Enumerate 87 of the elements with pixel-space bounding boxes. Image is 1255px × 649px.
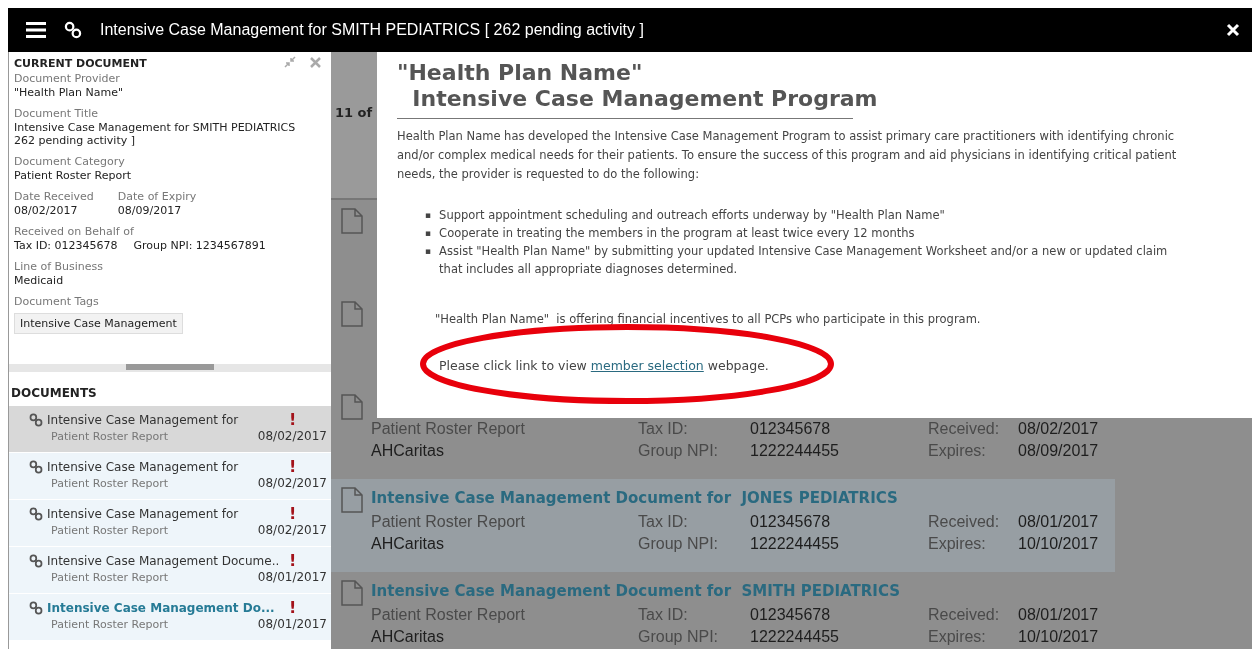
alert-mark: ! xyxy=(289,457,298,476)
field-value: Group NPI: 1234567891 xyxy=(133,239,266,252)
menu-button[interactable] xyxy=(26,22,46,38)
field-value: 012345678 xyxy=(750,420,832,438)
field-label: Received: xyxy=(928,606,1001,624)
field-value: 012345678 xyxy=(750,606,832,624)
field-label: Tax ID: xyxy=(638,513,689,531)
member-selection-link[interactable]: member selection xyxy=(590,358,704,373)
link-icon xyxy=(29,459,43,474)
field-value: Patient Roster Report xyxy=(371,513,526,531)
field-value: AHCaritas xyxy=(371,442,445,460)
modal-heading: "Health Plan Name" Intensive Case Management Program xyxy=(397,60,878,112)
document-item[interactable]: Intensive Case Management for ! Patient Roster Report 08/02/2017 xyxy=(9,406,331,453)
field-label: Expires: xyxy=(928,628,987,646)
field-label: Expires: xyxy=(928,535,987,553)
field-value: 08/09/2017 xyxy=(117,204,183,217)
field-label: Group NPI: xyxy=(638,535,720,553)
incentive-text: "Health Plan Name" is offering financial incentives to all PCPs who participate in this program. xyxy=(435,312,982,326)
link-icon xyxy=(29,553,43,568)
alert-mark: ! xyxy=(289,598,298,617)
resize-handle[interactable] xyxy=(126,364,214,370)
field-value: 1222244455 xyxy=(750,628,840,646)
document-item[interactable]: Intensive Case Management for ! Patient Roster Report 08/02/2017 xyxy=(9,500,331,547)
document-icon xyxy=(341,487,363,513)
link-icon xyxy=(29,506,43,521)
field-value: Patient Roster Report xyxy=(371,420,526,438)
field-label: Received on Behalf of xyxy=(14,225,135,239)
link-icon xyxy=(29,600,43,615)
bullet-item: Assist "Health Plan Name" by submitting your updated Intensive Case Management Worksheet and/or a new or updated claim that includes all appropriate diagnoses determined. xyxy=(439,243,1169,278)
document-icon xyxy=(341,208,363,234)
link-icon xyxy=(29,412,43,427)
bullet-item: Support appointment scheduling and outreach efforts underway by "Health Plan Name" xyxy=(439,207,945,224)
field-value: 08/02/2017 xyxy=(1018,420,1099,438)
bullet-marker: ▪ xyxy=(425,245,432,258)
link-icon xyxy=(64,21,82,39)
field-value: 10/10/2017 xyxy=(1018,628,1099,646)
field-label: Expires: xyxy=(928,442,987,460)
result-count: 11 of xyxy=(335,105,373,120)
document-icon xyxy=(341,301,363,327)
field-value: 08/09/2017 xyxy=(1018,442,1099,460)
field-label: Date of Expiry xyxy=(117,190,197,204)
field-label: Received: xyxy=(928,513,1001,531)
field-value: AHCaritas xyxy=(371,535,445,553)
document-icon xyxy=(341,394,363,420)
field-label: Document Provider xyxy=(14,72,121,86)
field-value: 08/02/2017 xyxy=(14,204,79,217)
field-label: Date Received xyxy=(14,190,94,204)
field-value: Patient Roster Report xyxy=(14,169,132,182)
field-label: Received: xyxy=(928,420,1001,438)
window-title: Intensive Case Management for SMITH PEDIATRICS [ 262 pending activity ] xyxy=(100,21,645,39)
alert-mark: ! xyxy=(289,504,298,523)
document-item[interactable]: Intensive Case Management for ! Patient Roster Report 08/02/2017 xyxy=(9,453,331,500)
field-value: 262 pending activity ] xyxy=(14,134,137,147)
alert-mark: ! xyxy=(289,410,298,429)
field-label: Tax ID: xyxy=(638,420,689,438)
bullet-item: Cooperate in treating the members in the program at least twice every 12 months xyxy=(439,225,915,242)
field-value: AHCaritas xyxy=(371,628,445,646)
bullet-marker: ▪ xyxy=(425,209,432,222)
field-value: Patient Roster Report xyxy=(371,606,526,624)
field-value: 1222244455 xyxy=(750,535,840,553)
field-value: 10/10/2017 xyxy=(1018,535,1099,553)
field-label: Document Tags xyxy=(14,295,100,309)
field-label: Group NPI: xyxy=(638,442,720,460)
tag[interactable]: Intensive Case Management xyxy=(14,313,183,334)
collapse-button[interactable] xyxy=(284,56,296,68)
field-label: Group NPI: xyxy=(638,628,720,646)
field-value: 08/01/2017 xyxy=(1018,513,1099,531)
bullet-marker: ▪ xyxy=(425,227,432,240)
field-value: 1222244455 xyxy=(750,442,840,460)
alert-mark: ! xyxy=(289,551,298,570)
intro-paragraph: Health Plan Name has developed the Intensive Case Management Program to assist primary care practitioners with identifying chronic and/or complex medical needs for their patients. To ensure the success of this program and aid physicians in identifying critical patient needs, the provider is requested to do the following: xyxy=(397,128,1178,183)
document-item[interactable]: Intensive Case Management Do... ! Patient Roster Report 08/01/2017 xyxy=(9,594,331,641)
field-value: Medicaid xyxy=(14,274,65,287)
field-label: Document Category xyxy=(14,155,126,169)
field-value: "Health Plan Name" xyxy=(14,86,125,99)
field-value: Tax ID: 012345678 xyxy=(14,239,118,252)
field-label: Tax ID: xyxy=(638,606,689,624)
field-label: Document Title xyxy=(14,107,100,121)
field-value: 08/01/2017 xyxy=(1018,606,1099,624)
field-value: 012345678 xyxy=(750,513,832,531)
document-item[interactable]: Intensive Case Management Docume.. ! Patient Roster Report 08/01/2017 xyxy=(9,547,331,594)
section-heading: DOCUMENTS xyxy=(10,385,98,402)
section-heading: CURRENT DOCUMENT xyxy=(14,56,147,72)
document-icon xyxy=(341,580,363,606)
field-value: Intensive Case Management for SMITH PEDIATRICS xyxy=(14,121,297,134)
link-sentence: Please click link to view member selection webpage. xyxy=(439,358,770,373)
field-label: Line of Business xyxy=(14,260,105,274)
